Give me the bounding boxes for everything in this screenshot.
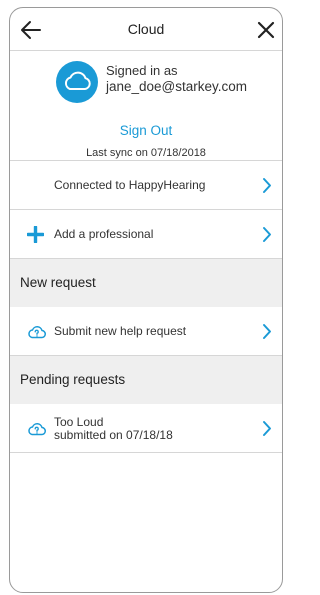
new-request-section-header: New request — [10, 259, 282, 307]
chevron-right-icon — [263, 421, 271, 436]
signed-in-label: Signed in as — [106, 63, 178, 78]
pending-requests-section-title: Pending requests — [20, 372, 126, 387]
chevron-right-icon — [263, 227, 271, 242]
add-professional-row[interactable]: Add a professional — [10, 210, 282, 259]
last-sync-text: Last sync on 07/18/2018 — [86, 147, 206, 159]
avatar — [56, 61, 98, 103]
pending-requests-section-header: Pending requests — [10, 356, 282, 404]
chevron-right-icon — [263, 324, 271, 339]
connected-provider-row[interactable]: Connected to HappyHearing — [10, 161, 282, 210]
add-professional-label: Add a professional — [54, 227, 154, 241]
cloud-icon — [64, 71, 91, 90]
chevron-right-icon — [263, 178, 271, 193]
cloud-question-icon — [28, 326, 46, 339]
pending-request-item[interactable]: Too Loud submitted on 07/18/18 — [10, 404, 282, 453]
phone-frame: Cloud Signed in as jane_doe@starkey.com … — [9, 7, 283, 593]
account-panel: Signed in as jane_doe@starkey.com Sign O… — [10, 51, 282, 161]
sign-out-link[interactable]: Sign Out — [10, 123, 282, 138]
submit-help-request-row[interactable]: Submit new help request — [10, 307, 282, 356]
close-icon[interactable] — [256, 20, 276, 40]
cloud-question-icon — [28, 423, 46, 436]
new-request-section-title: New request — [20, 275, 96, 290]
account-email: jane_doe@starkey.com — [106, 79, 248, 94]
plus-icon — [27, 226, 44, 243]
pending-request-date: submitted on 07/18/18 — [54, 428, 173, 442]
top-bar: Cloud — [10, 8, 282, 51]
submit-help-request-label: Submit new help request — [54, 324, 187, 338]
page-title: Cloud — [127, 21, 165, 37]
connected-provider-label: Connected to HappyHearing — [54, 178, 206, 192]
pending-request-text: Too Loud submitted on 07/18/18 — [54, 416, 173, 442]
